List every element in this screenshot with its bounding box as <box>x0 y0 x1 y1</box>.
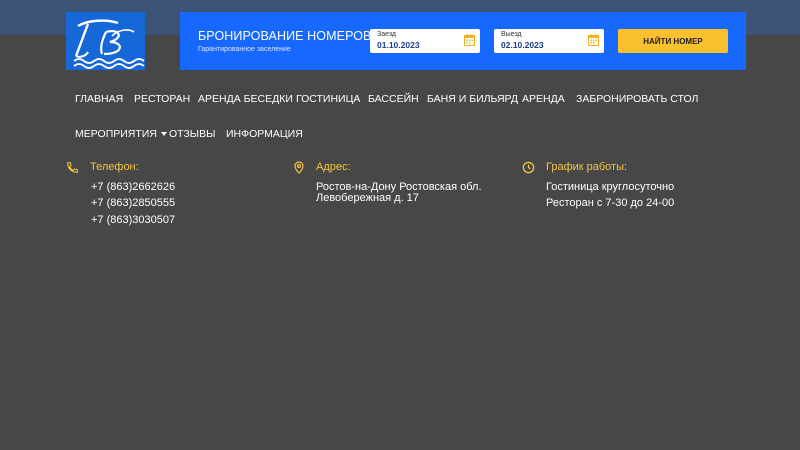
phone-heading: Телефон: <box>90 161 139 173</box>
nav-item-restaurant[interactable]: РЕСТОРАН <box>134 92 190 106</box>
find-room-button[interactable]: НАЙТИ НОМЕР <box>618 29 728 53</box>
checkin-label: Заезд <box>377 31 397 38</box>
address-heading: Адрес: <box>316 161 351 173</box>
hotel-logo-monogram-icon <box>66 12 145 70</box>
phone-number-2[interactable]: +7 (863)2850555 <box>91 197 175 209</box>
hours-line-2: Ресторан с 7-30 до 24-00 <box>546 197 675 209</box>
nav-item-reviews[interactable]: ОТЗЫВЫ <box>169 127 215 141</box>
clock-icon <box>522 161 535 174</box>
phone-number-1[interactable]: +7 (863)2662626 <box>91 181 175 193</box>
nav-item-home[interactable]: ГЛАВНАЯ <box>75 92 123 106</box>
checkin-date-field[interactable]: Заезд 01.10.2023 <box>370 29 480 53</box>
nav-item-sauna-billiards[interactable]: БАНЯ И БИЛЬЯРД <box>427 92 518 106</box>
calendar-icon[interactable] <box>588 34 599 46</box>
nav-item-events-label: МЕРОПРИЯТИЯ <box>75 128 157 140</box>
address-line-2: Левобережная д. 17 <box>316 192 419 204</box>
booking-subtitle: Гарантированное заселение <box>198 46 291 53</box>
location-pin-icon <box>294 161 304 174</box>
nav-item-book-table[interactable]: ЗАБРОНИРОВАТЬ СТОЛ <box>576 92 698 106</box>
hours-heading: График работы: <box>546 161 628 173</box>
checkout-label: Выезд <box>501 31 522 38</box>
nav-item-hotel[interactable]: ГОСТИНИЦА <box>296 92 360 106</box>
phone-number-3[interactable]: +7 (863)3030507 <box>91 214 175 226</box>
caret-down-icon <box>160 132 167 137</box>
checkin-value: 01.10.2023 <box>377 40 420 50</box>
checkout-value: 02.10.2023 <box>501 40 544 50</box>
hours-line-1: Гостиница круглосуточно <box>546 181 675 193</box>
phone-icon <box>67 162 78 173</box>
calendar-icon[interactable] <box>464 34 475 46</box>
checkout-date-field[interactable]: Выезд 02.10.2023 <box>494 29 604 53</box>
hotel-logo[interactable] <box>66 12 145 70</box>
nav-item-information[interactable]: ИНФОРМАЦИЯ <box>226 127 303 141</box>
nav-item-events[interactable]: МЕРОПРИЯТИЯ <box>75 127 167 141</box>
booking-title: БРОНИРОВАНИЕ НОМЕРОВ <box>198 29 372 43</box>
nav-item-gazebo-rent[interactable]: АРЕНДА БЕСЕДКИ <box>198 92 293 106</box>
booking-panel: БРОНИРОВАНИЕ НОМЕРОВ Гарантированное зас… <box>180 12 746 70</box>
nav-item-pool[interactable]: БАССЕЙН <box>368 92 419 106</box>
nav-item-rent[interactable]: АРЕНДА <box>522 92 565 106</box>
